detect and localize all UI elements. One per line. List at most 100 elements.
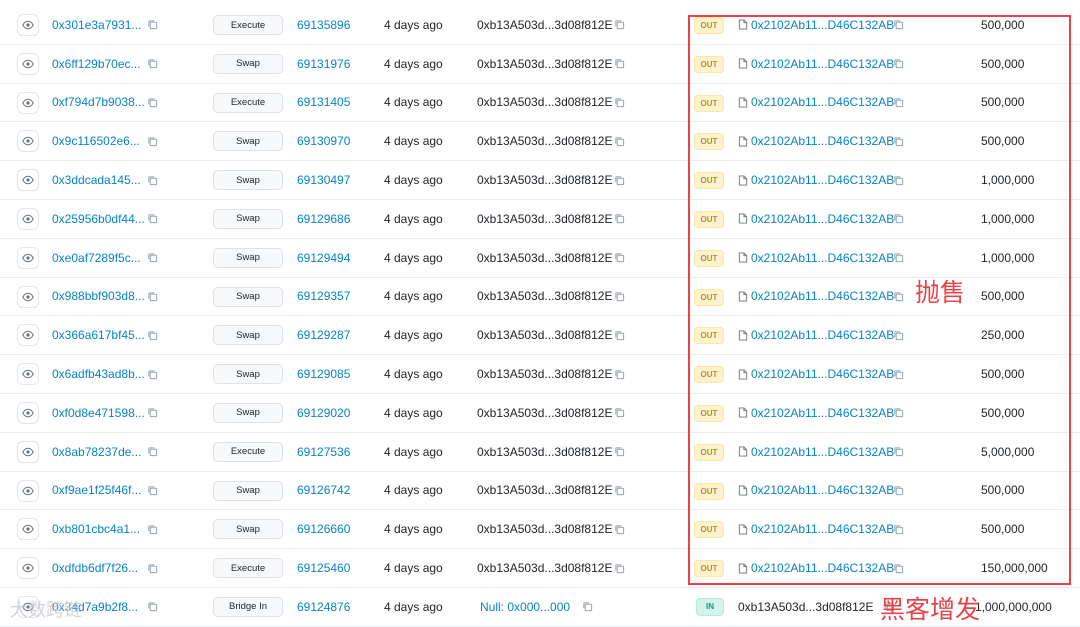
copy-icon[interactable]: [614, 122, 625, 160]
copy-icon[interactable]: [147, 122, 158, 160]
from-address[interactable]: 0xb13A503d...3d08f812E: [477, 6, 612, 44]
copy-icon[interactable]: [614, 472, 625, 510]
view-details-eye-icon[interactable]: [17, 14, 39, 36]
from-address[interactable]: 0xb13A503d...3d08f812E: [477, 394, 612, 432]
to-address-link[interactable]: 0x2102Ab11...D46C132AB: [738, 161, 894, 199]
copy-icon[interactable]: [147, 433, 158, 471]
block-link[interactable]: 69127536: [297, 433, 350, 471]
txn-hash-link[interactable]: 0x366a617bf45...: [52, 316, 145, 354]
copy-icon[interactable]: [893, 549, 904, 587]
block-link[interactable]: 69129085: [297, 355, 350, 393]
copy-icon[interactable]: [614, 45, 625, 83]
block-link[interactable]: 69129357: [297, 278, 350, 316]
copy-icon[interactable]: [614, 316, 625, 354]
block-link[interactable]: 69130497: [297, 161, 350, 199]
txn-hash-link[interactable]: 0xb801cbc4a1...: [52, 510, 140, 548]
view-details-eye-icon[interactable]: [17, 285, 39, 308]
txn-hash-link[interactable]: 0x9c116502e6...: [52, 122, 140, 160]
txn-hash-link[interactable]: 0x6adfb43ad8b...: [52, 355, 145, 393]
copy-icon[interactable]: [147, 161, 158, 199]
to-address-link[interactable]: 0x2102Ab11...D46C132AB: [738, 472, 894, 510]
txn-hash-link[interactable]: 0x25956b0df44...: [52, 200, 145, 238]
copy-icon[interactable]: [893, 316, 904, 354]
block-link[interactable]: 69131405: [297, 84, 350, 122]
copy-icon[interactable]: [147, 472, 158, 510]
to-address[interactable]: 0xb13A503d...3d08f812E: [738, 588, 873, 626]
block-link[interactable]: 69124876: [297, 588, 350, 626]
from-address[interactable]: 0xb13A503d...3d08f812E: [477, 200, 612, 238]
to-address-link[interactable]: 0x2102Ab11...D46C132AB: [738, 84, 894, 122]
copy-icon[interactable]: [614, 84, 625, 122]
to-address-link[interactable]: 0x2102Ab11...D46C132AB: [738, 45, 894, 83]
from-address[interactable]: 0xb13A503d...3d08f812E: [477, 472, 612, 510]
to-address-link[interactable]: 0x2102Ab11...D46C132AB: [738, 316, 894, 354]
copy-icon[interactable]: [147, 549, 158, 587]
copy-icon[interactable]: [614, 510, 625, 548]
view-details-eye-icon[interactable]: [17, 91, 39, 114]
copy-icon[interactable]: [893, 355, 904, 393]
from-address[interactable]: 0xb13A503d...3d08f812E: [477, 45, 612, 83]
block-link[interactable]: 69131976: [297, 45, 350, 83]
copy-icon[interactable]: [893, 278, 904, 316]
txn-hash-link[interactable]: 0x988bbf903d8...: [52, 278, 145, 316]
txn-hash-link[interactable]: 0xf0d8e471598...: [52, 394, 145, 432]
copy-icon[interactable]: [893, 239, 904, 277]
copy-icon[interactable]: [147, 6, 158, 44]
block-link[interactable]: 69126660: [297, 510, 350, 548]
copy-icon[interactable]: [893, 394, 904, 432]
copy-icon[interactable]: [893, 200, 904, 238]
block-link[interactable]: 69129494: [297, 239, 350, 277]
txn-hash-link[interactable]: 0x6ff129b70ec...: [52, 45, 141, 83]
copy-icon[interactable]: [147, 84, 158, 122]
block-link[interactable]: 69129020: [297, 394, 350, 432]
view-details-eye-icon[interactable]: [17, 557, 39, 580]
from-address[interactable]: 0xb13A503d...3d08f812E: [477, 122, 612, 160]
copy-icon[interactable]: [893, 84, 904, 122]
copy-icon[interactable]: [147, 355, 158, 393]
view-details-eye-icon[interactable]: [17, 52, 39, 75]
copy-icon[interactable]: [893, 161, 904, 199]
block-link[interactable]: 69129287: [297, 316, 350, 354]
to-address-link[interactable]: 0x2102Ab11...D46C132AB: [738, 6, 894, 44]
copy-icon[interactable]: [147, 278, 158, 316]
copy-icon[interactable]: [147, 588, 158, 626]
txn-hash-link[interactable]: 0x301e3a7931...: [52, 6, 141, 44]
copy-icon[interactable]: [614, 355, 625, 393]
view-details-eye-icon[interactable]: [17, 401, 39, 424]
view-details-eye-icon[interactable]: [17, 440, 39, 463]
txn-hash-link[interactable]: 0xf9ae1f25f46f...: [52, 472, 141, 510]
block-link[interactable]: 69129686: [297, 200, 350, 238]
copy-icon[interactable]: [614, 433, 625, 471]
from-address[interactable]: 0xb13A503d...3d08f812E: [477, 355, 612, 393]
txn-hash-link[interactable]: 0xdfdb6df7f26...: [52, 549, 138, 587]
copy-icon[interactable]: [147, 510, 158, 548]
copy-icon[interactable]: [614, 278, 625, 316]
to-address-link[interactable]: 0x2102Ab11...D46C132AB: [738, 200, 894, 238]
copy-icon[interactable]: [147, 316, 158, 354]
block-link[interactable]: 69125460: [297, 549, 350, 587]
from-address[interactable]: 0xb13A503d...3d08f812E: [477, 239, 612, 277]
txn-hash-link[interactable]: 0xe0af7289f5c...: [52, 239, 141, 277]
block-link[interactable]: 69135896: [297, 6, 350, 44]
copy-icon[interactable]: [893, 6, 904, 44]
to-address-link[interactable]: 0x2102Ab11...D46C132AB: [738, 433, 894, 471]
copy-icon[interactable]: [614, 549, 625, 587]
to-address-link[interactable]: 0x2102Ab11...D46C132AB: [738, 122, 894, 160]
txn-hash-link[interactable]: 0x3ddcada145...: [52, 161, 141, 199]
copy-icon[interactable]: [147, 45, 158, 83]
copy-icon[interactable]: [582, 588, 593, 626]
txn-hash-link[interactable]: 0xf794d7b9038...: [52, 84, 145, 122]
copy-icon[interactable]: [893, 45, 904, 83]
to-address-link[interactable]: 0x2102Ab11...D46C132AB: [738, 394, 894, 432]
view-details-eye-icon[interactable]: [17, 169, 39, 192]
from-address[interactable]: 0xb13A503d...3d08f812E: [477, 316, 612, 354]
to-address-link[interactable]: 0x2102Ab11...D46C132AB: [738, 239, 894, 277]
block-link[interactable]: 69126742: [297, 472, 350, 510]
copy-icon[interactable]: [147, 200, 158, 238]
from-address[interactable]: 0xb13A503d...3d08f812E: [477, 433, 612, 471]
copy-icon[interactable]: [614, 6, 625, 44]
view-details-eye-icon[interactable]: [17, 130, 39, 153]
from-address[interactable]: 0xb13A503d...3d08f812E: [477, 161, 612, 199]
view-details-eye-icon[interactable]: [17, 324, 39, 347]
copy-icon[interactable]: [893, 122, 904, 160]
